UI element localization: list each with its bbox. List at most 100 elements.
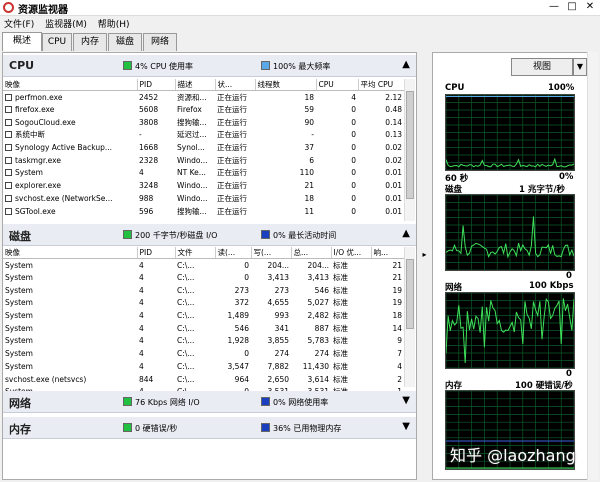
memory-section-header[interactable]: 内存 0 硬错误/秒 36% 已用物理内存 ▼ xyxy=(3,417,416,439)
table-row[interactable]: System 4 C:\... 372 4,655 5,027 标准 19 xyxy=(3,297,404,310)
table-row[interactable]: System 4 C:\... 1,928 3,855 5,783 标准 9 xyxy=(3,335,404,348)
row-checkbox[interactable] xyxy=(5,144,12,152)
table-row[interactable]: System 4 C:\... 0 274 274 标准 7 xyxy=(3,347,404,360)
close-button[interactable]: ✕ xyxy=(582,1,598,14)
table-row[interactable]: System 4 C:\... 0 3,413 3,413 标准 21 xyxy=(3,271,404,284)
column-header[interactable]: CPU xyxy=(316,79,359,91)
minimize-button[interactable]: — xyxy=(546,1,562,14)
row-checkbox[interactable] xyxy=(5,93,12,101)
tab-cpu[interactable]: CPU xyxy=(42,33,72,51)
table-row[interactable]: System 4 C:\... 273 273 546 标准 19 xyxy=(3,284,404,297)
table-cell: 993 xyxy=(274,311,289,321)
tab-overview[interactable]: 概述 xyxy=(2,32,42,51)
table-cell: System xyxy=(5,298,33,308)
menu-monitor[interactable]: 监视器(M) xyxy=(41,16,91,31)
maximize-button[interactable]: □ xyxy=(564,1,580,14)
cpu-usage-text: 4% CPU 使用率 xyxy=(135,62,194,71)
table-row[interactable]: System 4 C:\... 1,489 993 2,482 标准 18 xyxy=(3,309,404,322)
table-row[interactable]: svchost.exe (NetworkSe... 988 Windo... 正在运行… xyxy=(3,192,404,205)
column-header[interactable]: 文件 xyxy=(175,247,216,259)
cpu-freq-legend: 100% 最大频率 xyxy=(261,61,330,72)
column-header[interactable]: 描述 xyxy=(175,79,216,91)
network-graph-min: 0 xyxy=(566,369,572,379)
table-row[interactable]: SogouCloud.exe 3808 搜狗输... 正在运行 90 0 0.14 xyxy=(3,116,404,129)
tab-network[interactable]: 网络 xyxy=(143,33,177,51)
table-row[interactable]: System 4 C:\... 546 341 887 标准 14 xyxy=(3,322,404,335)
view-dropdown-icon[interactable]: ▼ xyxy=(573,58,587,76)
memory-faults-legend: 0 硬错误/秒 xyxy=(123,423,177,434)
collapse-arrow-icon[interactable]: ▲ xyxy=(402,228,410,239)
column-header[interactable]: 写(... xyxy=(251,247,292,259)
table-cell: 4,655 xyxy=(267,298,289,308)
row-checkbox[interactable] xyxy=(5,131,12,139)
table-row[interactable]: SGTool.exe 596 搜狗输... 正在运行 11 0 0.01 xyxy=(3,205,404,218)
network-usage-text: 0% 网络使用率 xyxy=(273,398,329,407)
table-cell: System xyxy=(5,336,33,346)
column-header[interactable]: PID xyxy=(137,247,176,259)
right-pane-scrollbar[interactable] xyxy=(587,52,598,480)
table-cell: 3,855 xyxy=(267,336,289,346)
table-row[interactable]: 系统中断 - 延迟过... 正在运行 - 0 0.13 xyxy=(3,129,404,142)
column-header[interactable]: PID xyxy=(137,79,176,91)
table-row[interactable]: explorer.exe 3248 Windo... 正在运行 21 0 0.01 xyxy=(3,179,404,192)
green-square-icon xyxy=(123,230,132,239)
table-row[interactable]: System 4 NT Ke... 正在运行 110 0 0.01 xyxy=(3,167,404,180)
table-cell: 0 xyxy=(351,181,356,191)
table-cell: 正在运行 xyxy=(217,92,247,102)
expand-arrow-icon[interactable]: ▼ xyxy=(402,395,410,406)
scrollbar-thumb[interactable] xyxy=(406,91,414,199)
table-cell: 3,413 xyxy=(307,273,329,283)
table-cell: 844 xyxy=(139,374,154,384)
column-header[interactable]: 映像 xyxy=(3,247,138,259)
column-header[interactable]: 线程数 xyxy=(255,79,317,91)
column-header[interactable]: 状... xyxy=(215,79,256,91)
table-cell: 4 xyxy=(139,285,144,295)
row-checkbox[interactable] xyxy=(5,106,12,114)
pane-splitter[interactable]: ▸ xyxy=(419,240,430,270)
menu-help[interactable]: 帮助(H) xyxy=(94,16,134,31)
column-header[interactable]: I/O 优... xyxy=(331,247,372,259)
row-checkbox[interactable] xyxy=(5,194,12,202)
expand-arrow-icon[interactable]: ▼ xyxy=(402,421,410,432)
row-checkbox[interactable] xyxy=(5,118,12,126)
scrollbar-thumb[interactable] xyxy=(406,259,414,329)
column-header[interactable]: 响... xyxy=(371,247,405,259)
network-section-header[interactable]: 网络 76 Kbps 网络 I/O 0% 网络使用率 ▼ xyxy=(3,391,416,413)
table-cell: 6 xyxy=(309,155,314,165)
cpu-section-header[interactable]: CPU 4% CPU 使用率 100% 最大频率 ▲ xyxy=(3,55,416,77)
tab-memory[interactable]: 内存 xyxy=(73,33,107,51)
tab-disk[interactable]: 磁盘 xyxy=(108,33,142,51)
row-checkbox[interactable] xyxy=(5,207,12,215)
table-cell: 21 xyxy=(304,181,314,191)
table-row[interactable]: Synology Active Backup... 1668 Synol... 正在运… xyxy=(3,141,404,154)
column-header[interactable]: 读(... xyxy=(215,247,252,259)
menu-file[interactable]: 文件(F) xyxy=(0,16,38,31)
table-row[interactable]: System 4 C:\... 3,547 7,882 11,430 标准 4 xyxy=(3,360,404,373)
disk-table-scrollbar[interactable] xyxy=(404,247,415,387)
disk-section-header[interactable]: 磁盘 200 千字节/秒磁盘 I/O 0% 最长活动时间 ▲ xyxy=(3,224,416,246)
table-row[interactable]: taskmgr.exe 2328 Windo... 正在运行 6 0 0.02 xyxy=(3,154,404,167)
row-checkbox[interactable] xyxy=(5,169,12,177)
view-button[interactable]: 视图 xyxy=(511,58,573,76)
table-row[interactable]: firefox.exe 5608 Firefox 正在运行 59 0 0.48 xyxy=(3,103,404,116)
column-header[interactable]: 平均 CPU xyxy=(358,79,405,91)
table-cell: perfmon.exe xyxy=(15,92,63,102)
table-row[interactable]: perfmon.exe 2452 资源和... 正在运行 18 4 2.12 xyxy=(3,91,404,104)
table-row[interactable]: System 4 C:\... 0 204... 204... 标准 21 xyxy=(3,259,404,272)
row-checkbox[interactable] xyxy=(5,156,12,164)
collapse-arrow-icon[interactable]: ▲ xyxy=(402,59,410,70)
table-cell: NT Ke... xyxy=(177,168,206,178)
table-cell: svchost.exe (NetworkSe... xyxy=(15,193,113,203)
table-cell: explorer.exe xyxy=(15,181,61,191)
row-checkbox[interactable] xyxy=(5,182,12,190)
column-header[interactable]: 映像 xyxy=(3,79,138,91)
table-cell: 59 xyxy=(304,105,314,115)
table-row[interactable]: svchost.exe (netsvcs) 844 C:\... 964 2,650 3,… xyxy=(3,373,404,386)
cpu-table-scrollbar[interactable] xyxy=(404,79,415,221)
table-cell: System xyxy=(5,273,33,283)
table-cell: Windo... xyxy=(177,155,208,165)
table-cell: 0 xyxy=(351,105,356,115)
column-header[interactable]: 总... xyxy=(291,247,332,259)
table-cell: 988 xyxy=(139,193,154,203)
disk-io-legend: 200 千字节/秒磁盘 I/O xyxy=(123,230,217,241)
